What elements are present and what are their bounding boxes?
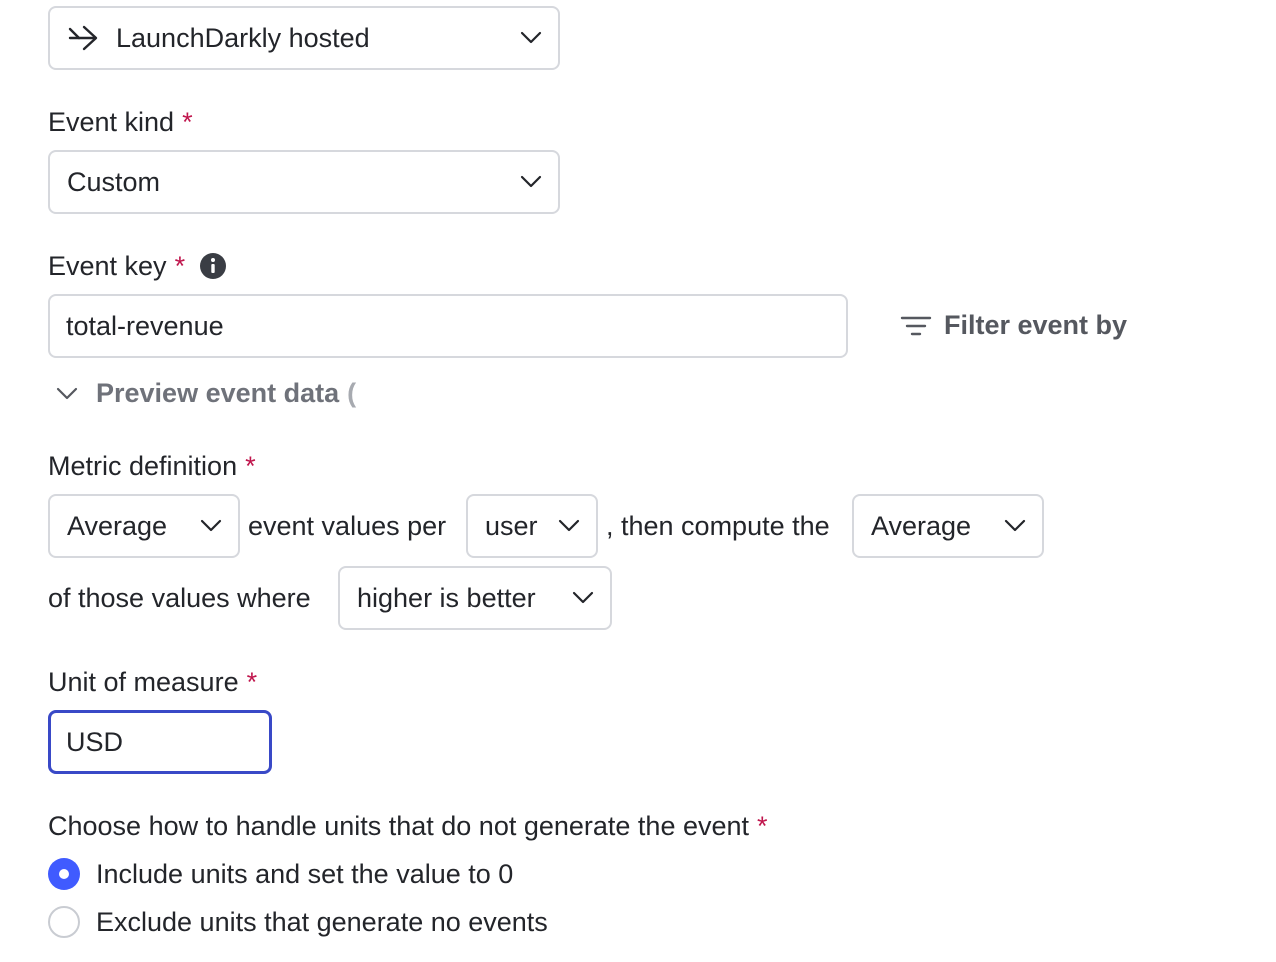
required-marker: * xyxy=(757,811,768,841)
analysis-value: Average xyxy=(871,510,972,541)
unit-of-measure-label-text: Unit of measure xyxy=(48,667,239,697)
radio-option-include[interactable]: Include units and set the value to 0 xyxy=(48,858,648,890)
chevron-down-icon xyxy=(520,175,542,188)
event-kind-label-text: Event kind xyxy=(48,107,175,137)
aggregate-select[interactable]: Average xyxy=(48,494,240,558)
success-criteria-value: higher is better xyxy=(357,582,536,613)
chevron-down-icon xyxy=(572,591,594,604)
event-key-input[interactable] xyxy=(48,294,848,358)
metric-form: LaunchDarkly hosted Event kind * Custom E… xyxy=(0,0,1276,962)
unit-value: user xyxy=(485,510,538,541)
data-source-value: LaunchDarkly hosted xyxy=(116,22,370,53)
chevron-down-icon xyxy=(520,31,542,44)
filter-event-button[interactable]: Filter event by xyxy=(900,310,1127,341)
aggregate-value: Average xyxy=(67,510,168,541)
filter-event-label: Filter event by xyxy=(944,310,1128,340)
unit-of-measure-label: Unit of measure * xyxy=(48,666,257,698)
loading-spinner-icon: ( xyxy=(347,378,357,408)
event-kind-label: Event kind * xyxy=(48,106,193,138)
metric-text-compute: , then compute the xyxy=(606,511,830,541)
info-icon[interactable] xyxy=(199,252,227,280)
radio-label-include: Include units and set the value to 0 xyxy=(96,859,514,889)
event-kind-value: Custom xyxy=(67,166,161,197)
metric-definition-label-text: Metric definition xyxy=(48,451,238,481)
success-criteria-select[interactable]: higher is better xyxy=(338,566,612,630)
chevron-down-icon xyxy=(200,519,222,532)
data-source-select[interactable]: LaunchDarkly hosted xyxy=(48,6,560,70)
arrow-right-icon xyxy=(68,25,98,51)
metric-definition-label: Metric definition * xyxy=(48,450,256,482)
radio-button-include[interactable] xyxy=(48,858,80,890)
chevron-down-icon xyxy=(1004,519,1026,532)
chevron-down-icon xyxy=(558,519,580,532)
analysis-select[interactable]: Average xyxy=(852,494,1044,558)
unit-of-measure-input[interactable] xyxy=(48,710,272,774)
required-marker: * xyxy=(174,251,186,281)
metric-text-per: event values per xyxy=(248,511,447,541)
event-kind-select[interactable]: Custom xyxy=(48,150,560,214)
chevron-down-icon xyxy=(56,387,78,399)
radio-label-exclude: Exclude units that generate no events xyxy=(96,907,548,937)
missing-units-label-text: Choose how to handle units that do not g… xyxy=(48,811,750,841)
missing-units-label: Choose how to handle units that do not g… xyxy=(48,810,768,842)
unit-select[interactable]: user xyxy=(466,494,598,558)
preview-event-data-label: Preview event data xyxy=(96,378,340,408)
preview-event-data-toggle[interactable]: Preview event data ( xyxy=(56,378,356,409)
radio-option-exclude[interactable]: Exclude units that generate no events xyxy=(48,906,648,938)
event-key-label-text: Event key xyxy=(48,251,167,281)
required-marker: * xyxy=(182,107,193,137)
required-marker: * xyxy=(245,451,256,481)
event-key-label: Event key * xyxy=(48,250,227,282)
radio-button-exclude[interactable] xyxy=(48,906,80,938)
filter-icon xyxy=(900,316,932,335)
metric-text-where: of those values where xyxy=(48,583,311,613)
required-marker: * xyxy=(246,667,258,697)
